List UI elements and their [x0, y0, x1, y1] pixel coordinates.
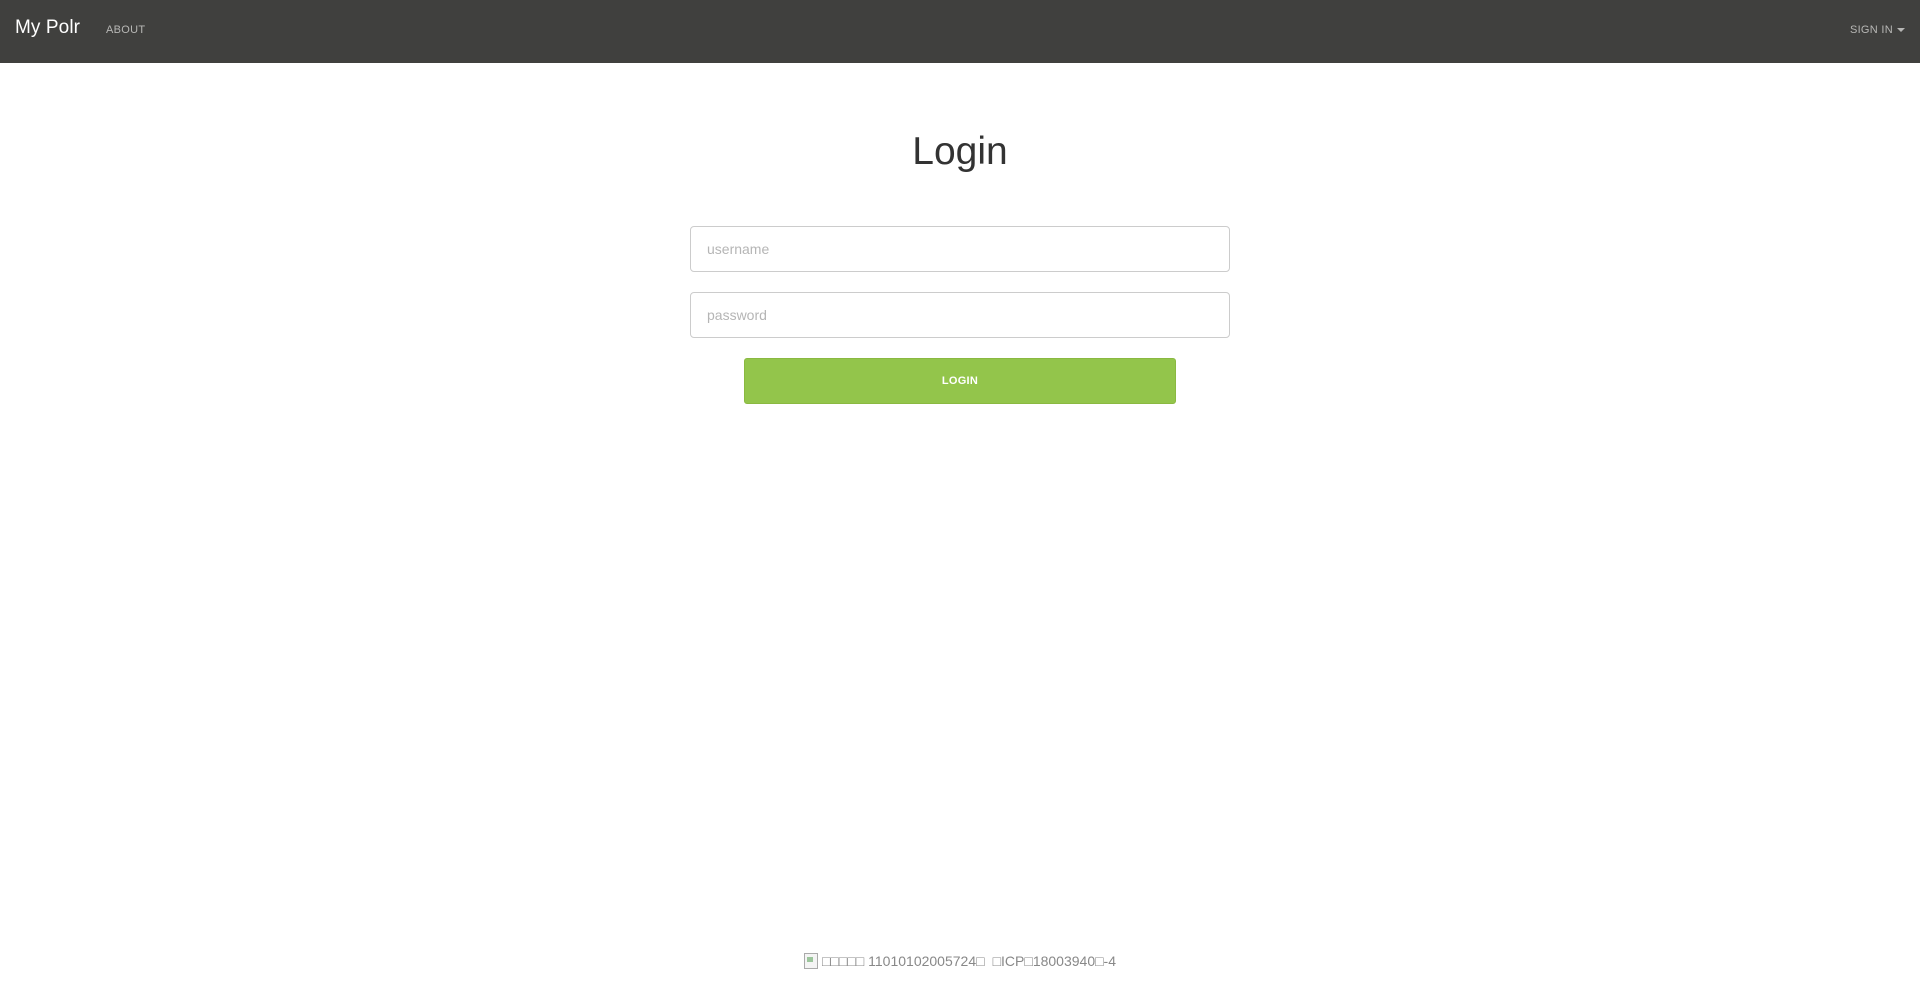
footer: □□□□□ 11010102005724□ □ICP□18003940□-4 [0, 953, 1920, 969]
caret-down-icon [1897, 28, 1905, 32]
password-input[interactable] [690, 292, 1230, 338]
icp-record-link[interactable]: □ICP□18003940□-4 [993, 953, 1116, 969]
username-input[interactable] [690, 226, 1230, 272]
nav-about-link[interactable]: ABOUT [106, 24, 145, 36]
sign-in-dropdown[interactable]: SIGN IN [1850, 24, 1905, 36]
login-button[interactable]: LOGIN [744, 358, 1176, 404]
page-title: Login [912, 130, 1008, 173]
police-record-link[interactable]: □□□□□ 11010102005724□ [822, 953, 985, 969]
sign-in-label: SIGN IN [1849, 24, 1893, 36]
top-navbar: My Polr ABOUT SIGN IN [0, 0, 1920, 63]
brand-link[interactable]: My Polr [15, 17, 80, 39]
police-badge-image [803, 953, 818, 969]
